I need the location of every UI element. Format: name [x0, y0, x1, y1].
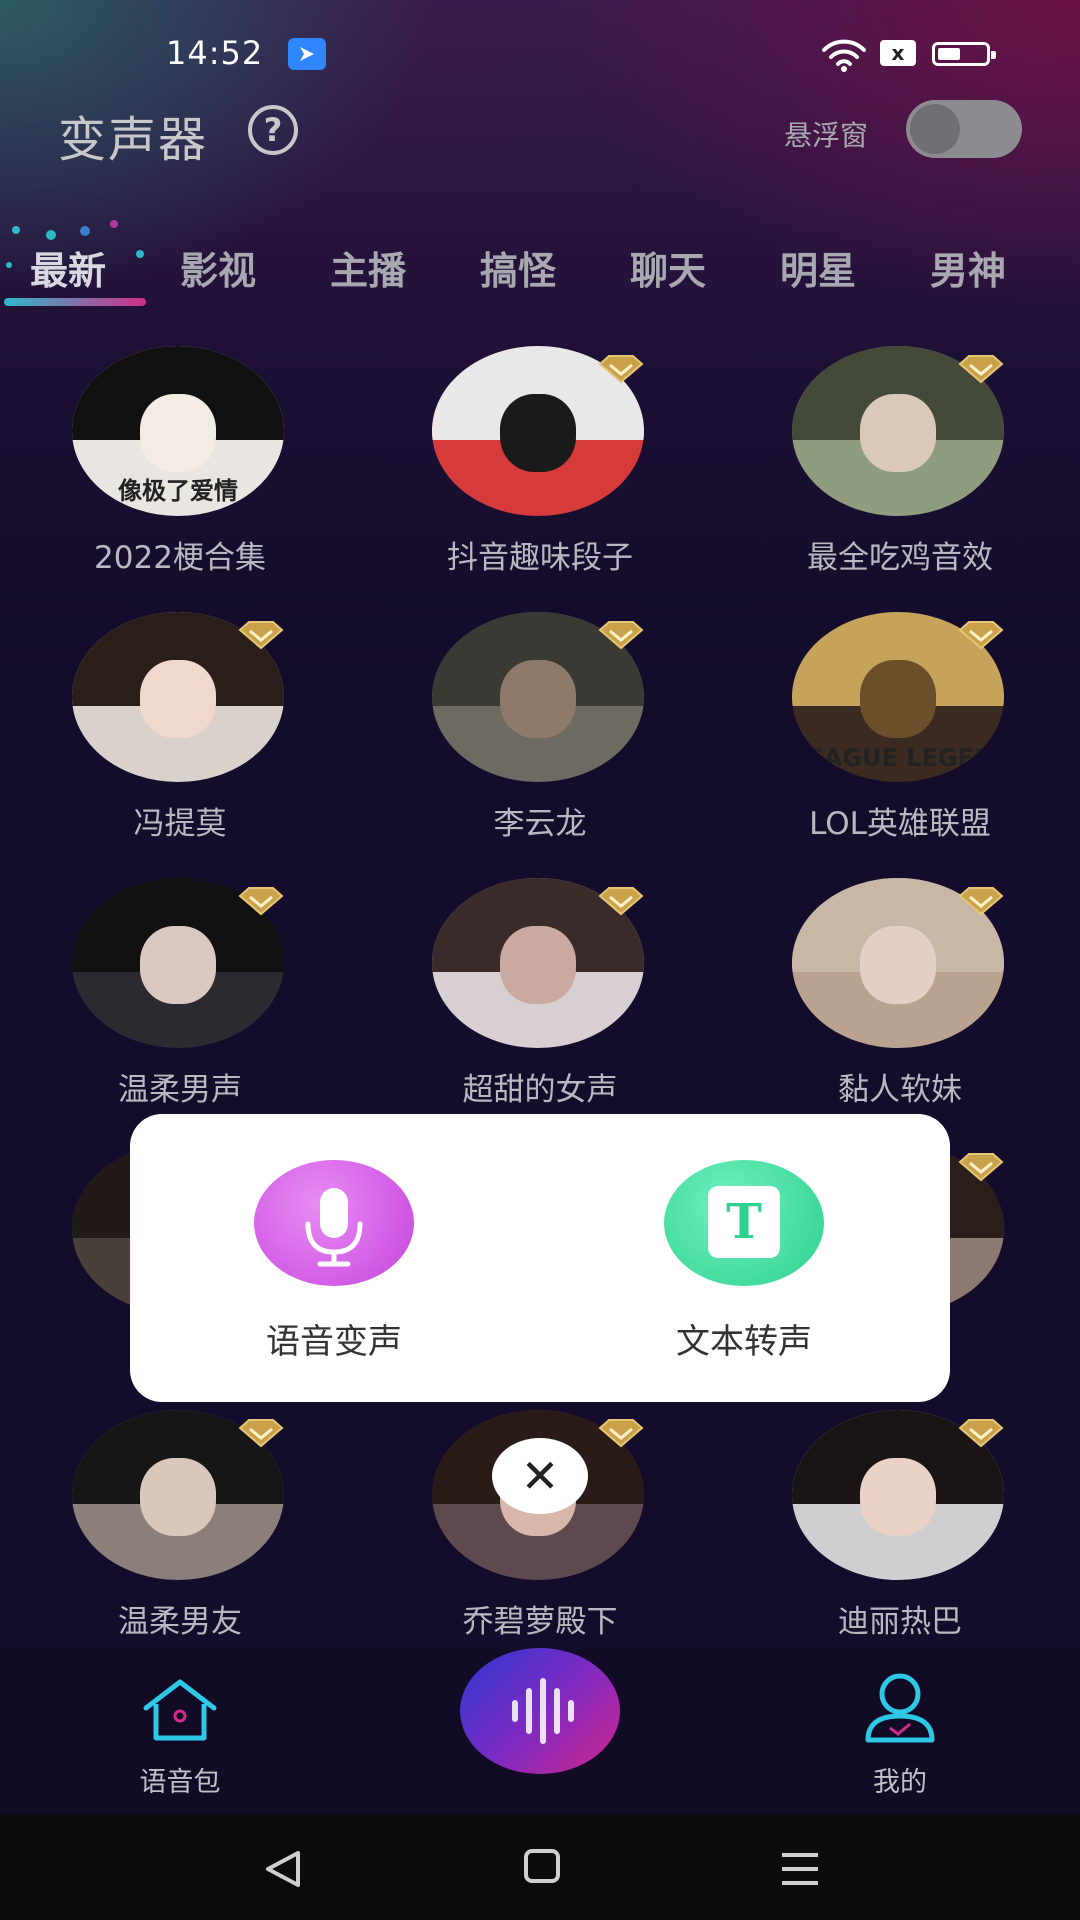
voice-pack-label: 冯提莫 — [133, 806, 227, 842]
text-to-voice-label[interactable]: 文本转声 — [614, 1314, 874, 1363]
nav-voice-pack-label[interactable]: 语音包 — [100, 1760, 260, 1799]
vip-diamond-icon — [958, 621, 1004, 650]
decor-dot — [46, 230, 56, 240]
tab-host[interactable]: 主播 — [330, 240, 406, 295]
avatar-face — [499, 393, 577, 472]
avatar-face — [499, 659, 577, 738]
voice-pack-label: 李云龙 — [493, 806, 587, 842]
voice-pack-label: 抖音趣味段子 — [447, 540, 633, 576]
voice-pack-item[interactable]: 温柔男友 — [0, 1410, 340, 1660]
system-nav-bar — [0, 1815, 1080, 1920]
voice-pack-label: 迪丽热巴 — [838, 1604, 962, 1640]
tab-male-idol[interactable]: 男神 — [930, 240, 1006, 295]
back-icon[interactable] — [262, 1849, 306, 1889]
wifi-icon — [822, 39, 866, 72]
vip-diamond-icon — [598, 355, 644, 384]
tab-latest[interactable]: 最新 — [30, 240, 106, 295]
voice-pack-label: 乔碧萝殿下 — [462, 1604, 618, 1640]
close-popup-button[interactable]: ✕ — [492, 1438, 588, 1514]
text-to-voice-button[interactable]: T — [664, 1160, 824, 1286]
voice-pack-label: 2022梗合集 — [94, 540, 266, 576]
voice-change-button[interactable] — [254, 1160, 414, 1286]
tab-chat[interactable]: 聊天 — [630, 240, 706, 295]
home-square-icon[interactable] — [520, 1847, 564, 1887]
active-tab-indicator — [4, 298, 146, 306]
profile-icon[interactable] — [860, 1672, 940, 1744]
avatar-face — [859, 393, 937, 472]
vip-diamond-icon — [598, 1419, 644, 1448]
voice-pack-item[interactable]: 迪丽热巴 — [720, 1410, 1060, 1660]
voice-change-label[interactable]: 语音变声 — [204, 1314, 464, 1363]
vip-diamond-icon — [958, 1419, 1004, 1448]
create-voice-popup: 语音变声 T 文本转声 — [130, 1114, 950, 1402]
avatar-face — [499, 925, 577, 1004]
avatar-face — [139, 925, 217, 1004]
tab-film[interactable]: 影视 — [180, 240, 256, 295]
voice-pack-label: 最全吃鸡音效 — [807, 540, 993, 576]
vip-diamond-icon — [958, 887, 1004, 916]
avatar-face — [139, 393, 217, 472]
voice-pack-label: 超甜的女声 — [462, 1072, 618, 1108]
vip-diamond-icon — [238, 1419, 284, 1448]
tab-funny[interactable]: 搞怪 — [480, 240, 556, 295]
voice-pack-item[interactable]: 李云龙 — [360, 612, 700, 862]
toggle-knob — [910, 104, 960, 154]
float-window-toggle[interactable] — [906, 100, 1022, 158]
voice-pack-item[interactable]: 最全吃鸡音效 — [720, 346, 1060, 596]
voice-pack-label: LOL英雄联盟 — [809, 806, 991, 842]
no-sim-icon: x — [880, 40, 916, 66]
decor-dot — [110, 220, 118, 228]
record-center-button[interactable] — [460, 1648, 620, 1774]
vip-diamond-icon — [958, 355, 1004, 384]
microphone-icon — [305, 1188, 363, 1267]
vip-diamond-icon — [598, 621, 644, 650]
close-icon: ✕ — [520, 1449, 560, 1503]
voice-pack-item[interactable]: 像极了爱情 2022梗合集 — [0, 346, 340, 596]
avatar-face — [859, 1457, 937, 1536]
waveform-icon — [512, 1678, 574, 1744]
nav-mine-label[interactable]: 我的 — [820, 1760, 980, 1799]
menu-icon[interactable] — [778, 1849, 822, 1889]
voice-pack-item[interactable]: LEAGUE LEGENDS LOL英雄联盟 — [720, 612, 1060, 862]
voice-pack-item[interactable]: 抖音趣味段子 — [360, 346, 700, 596]
decor-dot — [80, 226, 90, 236]
voice-pack-item[interactable]: 温柔男声 — [0, 878, 340, 1128]
avatar-face — [859, 659, 937, 738]
home-icon[interactable] — [140, 1678, 220, 1742]
voice-pack-item[interactable]: 冯提莫 — [0, 612, 340, 862]
status-time: 14:52 — [166, 34, 264, 72]
voice-pack-label: 温柔男友 — [118, 1604, 242, 1640]
battery-icon — [932, 42, 996, 66]
voice-pack-item[interactable]: 黏人软妹 — [720, 878, 1060, 1128]
vip-diamond-icon — [238, 887, 284, 916]
text-icon: T — [708, 1186, 780, 1258]
category-tabs: 最新 影视 主播 搞怪 聊天 明星 男神 — [0, 240, 1080, 310]
decor-dot — [12, 226, 20, 234]
app-notification-icon — [288, 38, 326, 70]
tab-star[interactable]: 明星 — [780, 240, 856, 295]
float-window-label: 悬浮窗 — [784, 119, 869, 152]
status-bar: 14:52 x — [0, 0, 1080, 110]
voice-pack-item[interactable]: 超甜的女声 — [360, 878, 700, 1128]
voice-pack-label: 黏人软妹 — [838, 1072, 962, 1108]
vip-diamond-icon — [238, 621, 284, 650]
avatar-face — [859, 925, 937, 1004]
voice-pack-avatar: 像极了爱情 — [72, 346, 284, 516]
vip-diamond-icon — [958, 1153, 1004, 1182]
vip-diamond-icon — [598, 887, 644, 916]
avatar-face — [139, 659, 217, 738]
help-icon[interactable]: ? — [248, 105, 298, 155]
voice-pack-label: 温柔男声 — [118, 1072, 242, 1108]
avatar-caption: LEAGUE LEGENDS — [792, 744, 1004, 772]
page-title: 变声器 — [58, 112, 209, 168]
avatar-face — [139, 1457, 217, 1536]
avatar-caption: 像极了爱情 — [118, 477, 238, 505]
